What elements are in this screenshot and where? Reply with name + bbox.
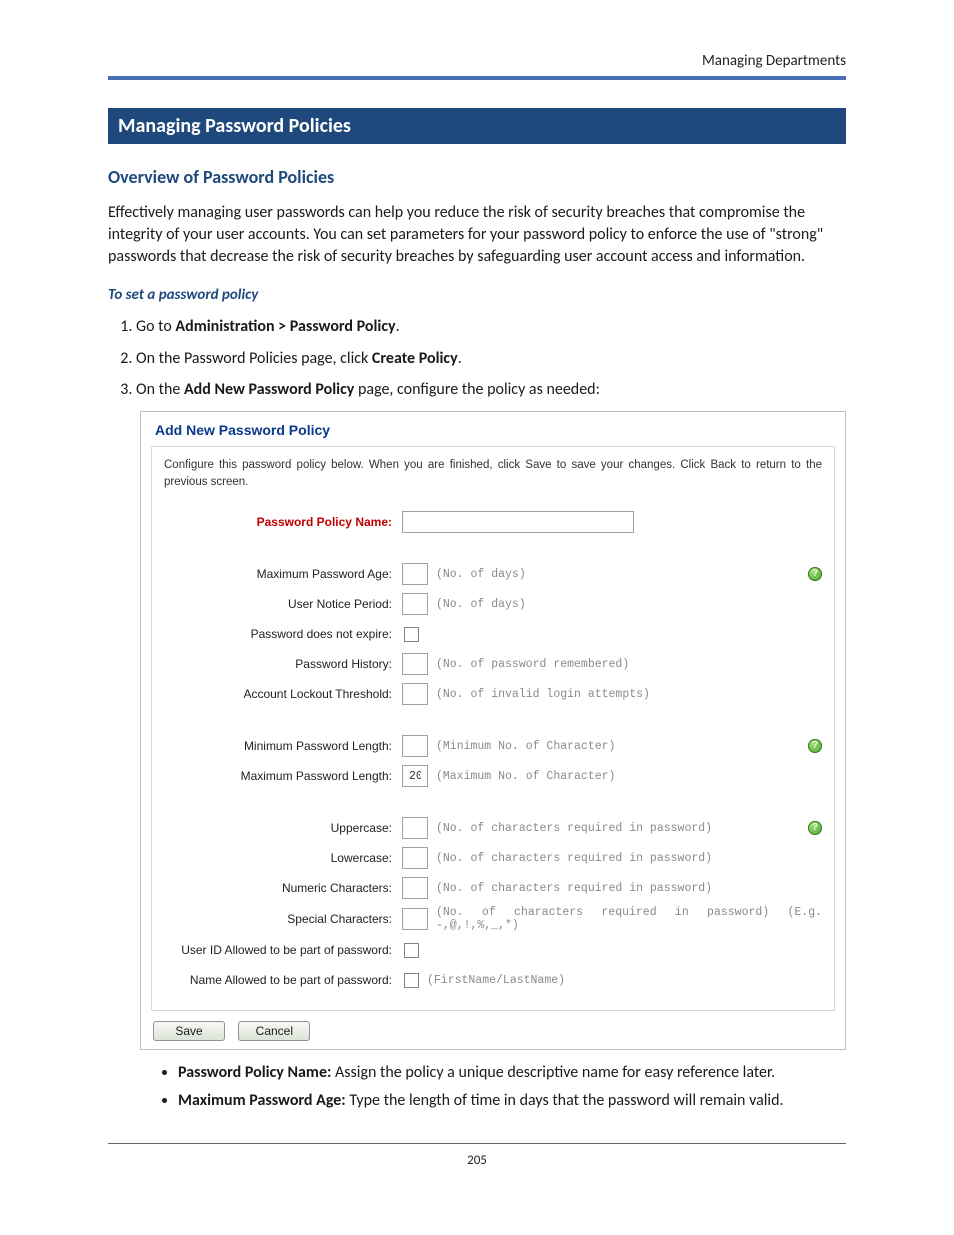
row-special: Special Characters: (No. of characters r… [164,906,822,932]
row-upper: Uppercase: (No. of characters required i… [164,816,822,840]
row-max-len: Maximum Password Length: (Maximum No. of… [164,764,822,788]
step-1-bold: Administration > Password Policy [175,317,395,336]
input-policy-name[interactable] [402,511,634,533]
form-title: Add New Password Policy [141,412,845,442]
label-special: Special Characters: [164,912,402,926]
bullet-2-bold: Maximum Password Age: [178,1091,346,1110]
page-number: 205 [467,1153,487,1168]
help-icon[interactable]: ? [808,567,822,581]
header-rule [108,76,846,80]
checkbox-uid-allowed[interactable] [404,943,419,958]
form-screenshot: Add New Password Policy Configure this p… [140,411,846,1050]
label-max-len: Maximum Password Length: [164,769,402,783]
label-max-age: Maximum Password Age: [164,567,402,581]
bullet-1-text: Assign the policy a unique descriptive n… [331,1063,775,1082]
checkbox-no-expire[interactable] [404,627,419,642]
step-2: On the Password Policies page, click Cre… [136,348,846,370]
input-special[interactable] [402,908,428,930]
bullet-1: Password Policy Name: Assign the policy … [178,1062,846,1084]
input-numeric[interactable] [402,877,428,899]
row-min-len: Minimum Password Length: (Minimum No. of… [164,734,822,758]
input-notice[interactable] [402,593,428,615]
label-numeric: Numeric Characters: [164,881,402,895]
step-3-prefix: On the [136,380,184,399]
footer-rule [108,1143,846,1144]
section-title: Managing Password Policies [108,108,846,144]
row-uid-allowed: User ID Allowed to be part of password: [164,938,822,962]
cancel-button[interactable]: Cancel [238,1021,310,1041]
input-min-len[interactable] [402,735,428,757]
hint-special: (No. of characters required in password)… [436,906,822,932]
input-lockout[interactable] [402,683,428,705]
section-body: Effectively managing user passwords can … [108,202,846,268]
row-notice: User Notice Period: (No. of days) [164,592,822,616]
help-icon[interactable]: ? [808,739,822,753]
step-2-prefix: On the Password Policies page, click [136,349,372,368]
bullet-2-text: Type the length of time in days that the… [346,1091,784,1110]
checkbox-name-allowed[interactable] [404,973,419,988]
row-lockout: Account Lockout Threshold: (No. of inval… [164,682,822,706]
save-button[interactable]: Save [153,1021,225,1041]
hint-numeric: (No. of characters required in password) [436,882,712,895]
label-uid-allowed: User ID Allowed to be part of password: [164,943,402,957]
input-lower[interactable] [402,847,428,869]
row-policy-name: Password Policy Name: [164,510,822,534]
page-footer: 205 [0,1143,954,1169]
hint-notice: (No. of days) [436,598,526,611]
label-notice: User Notice Period: [164,597,402,611]
step-2-bold: Create Policy [372,349,458,368]
hint-history: (No. of password remembered) [436,658,629,671]
label-name-allowed: Name Allowed to be part of password: [164,973,402,987]
task-heading: To set a password policy [108,286,846,304]
input-history[interactable] [402,653,428,675]
row-lower: Lowercase: (No. of characters required i… [164,846,822,870]
step-1-suffix: . [396,317,400,336]
row-numeric: Numeric Characters: (No. of characters r… [164,876,822,900]
button-row: Save Cancel [153,1021,845,1041]
steps-list: Go to Administration > Password Policy. … [108,316,846,401]
step-3-bold: Add New Password Policy [184,380,354,399]
step-1-prefix: Go to [136,317,175,336]
input-max-len[interactable] [402,765,428,787]
step-2-suffix: . [458,349,462,368]
label-policy-name: Password Policy Name: [164,515,402,529]
section-subtitle: Overview of Password Policies [108,166,846,188]
form-description: Configure this password policy below. Wh… [164,457,822,490]
row-name-allowed: Name Allowed to be part of password: (Fi… [164,968,822,992]
hint-min-len: (Minimum No. of Character) [436,740,615,753]
label-no-expire: Password does not expire: [164,627,402,641]
hint-max-len: (Maximum No. of Character) [436,770,615,783]
form-panel: Configure this password policy below. Wh… [151,446,835,1011]
hint-name-allowed: (FirstName/LastName) [427,974,565,987]
hint-lower: (No. of characters required in password) [436,852,712,865]
bullet-list: Password Policy Name: Assign the policy … [160,1062,846,1111]
row-history: Password History: (No. of password remem… [164,652,822,676]
bullet-1-bold: Password Policy Name: [178,1063,331,1082]
step-3: On the Add New Password Policy page, con… [136,379,846,401]
label-lower: Lowercase: [164,851,402,865]
hint-lockout: (No. of invalid login attempts) [436,688,650,701]
label-lockout: Account Lockout Threshold: [164,687,402,701]
row-max-age: Maximum Password Age: (No. of days) ? [164,562,822,586]
help-icon[interactable]: ? [808,821,822,835]
step-1: Go to Administration > Password Policy. [136,316,846,338]
running-header: Managing Departments [108,52,846,70]
label-history: Password History: [164,657,402,671]
label-min-len: Minimum Password Length: [164,739,402,753]
bullet-2: Maximum Password Age: Type the length of… [178,1090,846,1112]
hint-max-age: (No. of days) [436,568,526,581]
label-upper: Uppercase: [164,821,402,835]
input-max-age[interactable] [402,563,428,585]
row-no-expire: Password does not expire: [164,622,822,646]
step-3-suffix: page, configure the policy as needed: [354,380,599,399]
hint-upper: (No. of characters required in password) [436,822,712,835]
input-upper[interactable] [402,817,428,839]
